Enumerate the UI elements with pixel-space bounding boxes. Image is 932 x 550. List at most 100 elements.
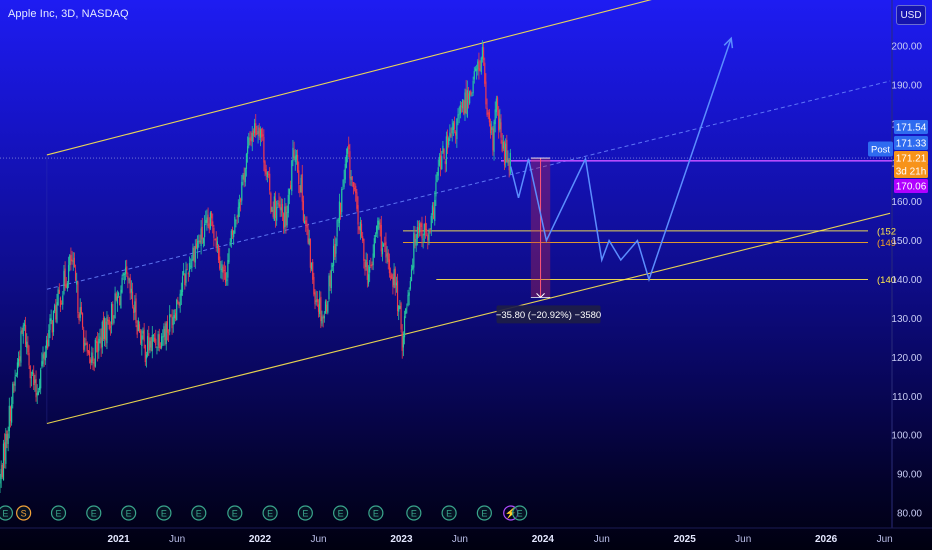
candle-down [488, 112, 490, 123]
candle-down [88, 351, 91, 356]
candle-up [17, 358, 20, 366]
candle-up [253, 123, 256, 134]
candle-up [251, 132, 253, 142]
candle-up [338, 201, 341, 223]
candle-up [11, 404, 13, 423]
candle-up [395, 282, 398, 286]
candle-down [150, 337, 152, 348]
candle-up [235, 219, 237, 221]
candle-down [420, 223, 422, 227]
candle-down [158, 334, 160, 349]
candle-down [144, 344, 146, 363]
candle-down [92, 356, 94, 361]
candle-down [500, 122, 502, 138]
y-tick-label: 160.00 [891, 197, 922, 208]
candle-down [255, 123, 257, 136]
candle-up [67, 265, 70, 283]
x-tick-label: 2021 [107, 534, 130, 545]
candle-down [35, 378, 37, 398]
candle-up [176, 299, 178, 321]
candle-down [136, 325, 138, 335]
candle-down [479, 68, 481, 71]
candle-up [280, 207, 282, 211]
candle-down [154, 337, 156, 342]
candle-down [314, 292, 316, 305]
candle-up [398, 305, 400, 312]
candle-up [197, 240, 199, 250]
candle-down [135, 298, 137, 324]
candle-up [435, 182, 437, 197]
candle-down [272, 210, 274, 217]
candle-down [93, 361, 95, 364]
candle-up [63, 270, 65, 294]
candle-down [143, 329, 145, 342]
candle-up [493, 121, 495, 152]
candle-down [102, 317, 105, 340]
earnings-event-label: E [338, 509, 344, 519]
candle-up [200, 228, 202, 247]
candle-up [202, 238, 205, 244]
candle-down [352, 181, 354, 188]
candle-down [186, 269, 188, 271]
candle-down [133, 307, 135, 314]
candle-up [227, 260, 229, 278]
candle-up [110, 303, 113, 325]
candle-down [199, 240, 201, 243]
candle-down [64, 268, 66, 287]
candle-up [157, 334, 159, 346]
candle-up [52, 310, 55, 332]
candle-up [507, 158, 509, 164]
candle-up [431, 205, 434, 215]
candle-down [265, 169, 267, 175]
channel-upper-line [46, 0, 652, 156]
candle-down [33, 372, 35, 386]
candle-up [5, 433, 7, 464]
currency-button[interactable]: USD [896, 5, 926, 25]
candle-up [233, 230, 235, 238]
y-tick-label: 140.00 [891, 275, 922, 286]
candle-up [237, 207, 239, 218]
candle-down [1, 465, 3, 477]
candle-down [207, 214, 209, 227]
candle-down [262, 134, 264, 137]
candle-down [401, 331, 403, 351]
candle-down [465, 89, 467, 114]
candle-down [389, 276, 392, 278]
candle-up [145, 354, 148, 359]
candle-up [481, 47, 484, 59]
candle-up [423, 223, 425, 236]
candle-down [170, 314, 172, 316]
candle-up [180, 289, 182, 296]
candle-up [471, 95, 473, 96]
candlestick-chart[interactable]: (152(149(140−35.80 (−20.92%) −3580 80.00… [0, 0, 932, 550]
candle-up [406, 307, 408, 309]
candle-down [83, 329, 85, 350]
candle-up [192, 247, 194, 261]
candle-down [164, 328, 166, 341]
price-badge-label: 171.21 [896, 154, 927, 165]
x-tick-label: 2025 [674, 534, 697, 545]
candle-up [116, 296, 119, 304]
candle-up [229, 241, 231, 246]
candle-down [391, 274, 393, 279]
candle-up [402, 335, 404, 348]
candle-down [129, 277, 131, 294]
candle-down [178, 302, 180, 306]
candle-up [173, 315, 175, 319]
candle-down [267, 173, 270, 175]
candle-down [224, 272, 227, 283]
grid-layer [0, 0, 932, 529]
candle-up [114, 293, 116, 319]
measure-label: −35.80 (−20.92%) −3580 [496, 310, 601, 321]
candle-down [427, 234, 429, 241]
candle-down [302, 200, 305, 221]
time-axis[interactable]: 2021 Jun 2022 Jun 2023 Jun 2024 Jun 2025 Jun 2026 J… [107, 534, 892, 545]
candle-up [221, 264, 223, 272]
candle-up [494, 109, 496, 125]
candle-up [464, 92, 466, 114]
candle-up [37, 391, 39, 395]
candle-up [123, 274, 125, 275]
candle-up [12, 383, 14, 404]
price-axis[interactable]: 80.00 90.00 100.00 110.00 120.00 130.00 140.00… [891, 42, 922, 520]
candle-down [340, 202, 342, 215]
